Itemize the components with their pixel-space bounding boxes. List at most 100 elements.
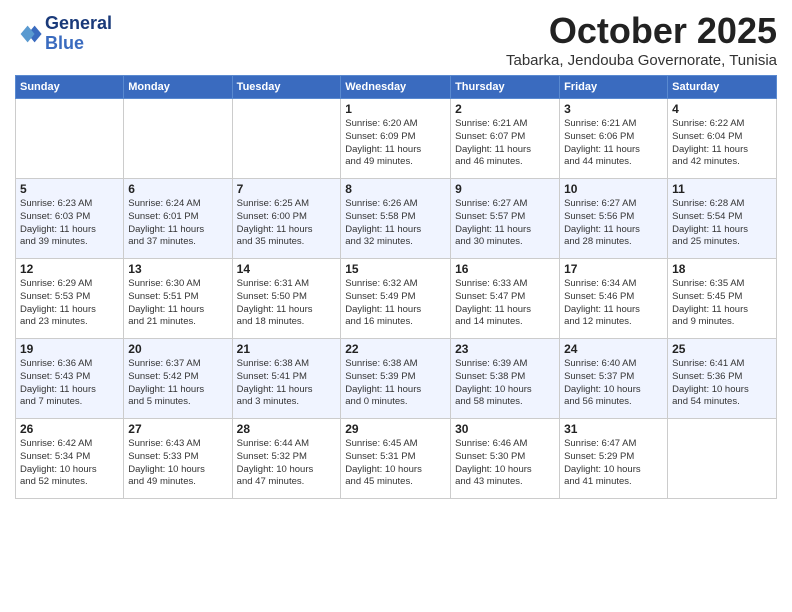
day-detail: Sunrise: 6:26 AM Sunset: 5:58 PM Dayligh… [345,198,446,249]
calendar-day-12: 12 Sunrise: 6:29 AM Sunset: 5:53 PM Dayli… [16,259,124,339]
calendar-day-30: 30Sunrise: 6:46 AM Sunset: 5:30 PM Dayli… [451,419,560,499]
calendar-day-18: 18 Sunrise: 6:35 AM Sunset: 5:45 PM Dayli… [668,259,777,339]
calendar-day-11: 11Sunrise: 6:28 AM Sunset: 5:54 PM Dayli… [668,179,777,259]
calendar-day-29: 29 Sunrise: 6:45 AM Sunset: 5:31 PM Dayli… [341,419,451,499]
calendar: SundayMondayTuesdayWednesdayThursdayFrid… [15,75,777,499]
calendar-header-saturday: Saturday [668,76,777,99]
day-number: 12 [20,262,119,276]
calendar-day-31: 31 Sunrise: 6:47 AM Sunset: 5:29 PM Dayli… [560,419,668,499]
day-number: 10 [564,182,663,196]
calendar-day-9: 9Sunrise: 6:27 AM Sunset: 5:57 PM Daylig… [451,179,560,259]
calendar-week-row: 12 Sunrise: 6:29 AM Sunset: 5:53 PM Dayli… [16,259,777,339]
calendar-day-13: 13 Sunrise: 6:30 AM Sunset: 5:51 PM Dayli… [124,259,232,339]
day-detail: Sunrise: 6:38 AM Sunset: 5:41 PM Dayligh… [237,358,337,409]
day-detail: Sunrise: 6:46 AM Sunset: 5:30 PM Dayligh… [455,438,555,489]
day-number: 25 [672,342,772,356]
day-number: 4 [672,102,772,116]
day-number: 17 [564,262,663,276]
day-detail: Sunrise: 6:29 AM Sunset: 5:53 PM Dayligh… [20,278,119,329]
day-number: 14 [237,262,337,276]
day-detail: Sunrise: 6:41 AM Sunset: 5:36 PM Dayligh… [672,358,772,409]
calendar-day-14: 14 Sunrise: 6:31 AM Sunset: 5:50 PM Dayli… [232,259,341,339]
calendar-header-wednesday: Wednesday [341,76,451,99]
day-number: 20 [128,342,227,356]
day-number: 16 [455,262,555,276]
calendar-day-16: 16 Sunrise: 6:33 AM Sunset: 5:47 PM Dayli… [451,259,560,339]
calendar-week-row: 1Sunrise: 6:20 AM Sunset: 6:09 PM Daylig… [16,99,777,179]
calendar-day-23: 23 Sunrise: 6:39 AM Sunset: 5:38 PM Dayli… [451,339,560,419]
calendar-header-sunday: Sunday [16,76,124,99]
calendar-day-24: 24 Sunrise: 6:40 AM Sunset: 5:37 PM Dayli… [560,339,668,419]
day-number: 9 [455,182,555,196]
calendar-header-thursday: Thursday [451,76,560,99]
day-detail: Sunrise: 6:33 AM Sunset: 5:47 PM Dayligh… [455,278,555,329]
day-number: 2 [455,102,555,116]
day-detail: Sunrise: 6:43 AM Sunset: 5:33 PM Dayligh… [128,438,227,489]
day-number: 15 [345,262,446,276]
day-number: 18 [672,262,772,276]
calendar-day-20: 20Sunrise: 6:37 AM Sunset: 5:42 PM Dayli… [124,339,232,419]
day-number: 23 [455,342,555,356]
day-number: 22 [345,342,446,356]
calendar-day-6: 6 Sunrise: 6:24 AM Sunset: 6:01 PM Daylig… [124,179,232,259]
calendar-day-15: 15 Sunrise: 6:32 AM Sunset: 5:49 PM Dayli… [341,259,451,339]
main-title: October 2025 [506,10,777,52]
calendar-empty-cell [232,99,341,179]
calendar-day-17: 17 Sunrise: 6:34 AM Sunset: 5:46 PM Dayli… [560,259,668,339]
day-number: 5 [20,182,119,196]
day-detail: Sunrise: 6:39 AM Sunset: 5:38 PM Dayligh… [455,358,555,409]
day-number: 7 [237,182,337,196]
calendar-week-row: 26Sunrise: 6:42 AM Sunset: 5:34 PM Dayli… [16,419,777,499]
day-detail: Sunrise: 6:31 AM Sunset: 5:50 PM Dayligh… [237,278,337,329]
day-detail: Sunrise: 6:45 AM Sunset: 5:31 PM Dayligh… [345,438,446,489]
day-detail: Sunrise: 6:32 AM Sunset: 5:49 PM Dayligh… [345,278,446,329]
calendar-header-tuesday: Tuesday [232,76,341,99]
calendar-day-21: 21Sunrise: 6:38 AM Sunset: 5:41 PM Dayli… [232,339,341,419]
calendar-day-25: 25 Sunrise: 6:41 AM Sunset: 5:36 PM Dayli… [668,339,777,419]
day-number: 24 [564,342,663,356]
day-number: 31 [564,422,663,436]
calendar-week-row: 5Sunrise: 6:23 AM Sunset: 6:03 PM Daylig… [16,179,777,259]
title-block: October 2025 Tabarka, Jendouba Governora… [506,10,777,69]
day-detail: Sunrise: 6:36 AM Sunset: 5:43 PM Dayligh… [20,358,119,409]
day-detail: Sunrise: 6:38 AM Sunset: 5:39 PM Dayligh… [345,358,446,409]
logo: General Blue [15,14,112,54]
logo-icon [15,20,43,48]
day-number: 3 [564,102,663,116]
day-detail: Sunrise: 6:44 AM Sunset: 5:32 PM Dayligh… [237,438,337,489]
day-detail: Sunrise: 6:25 AM Sunset: 6:00 PM Dayligh… [237,198,337,249]
day-detail: Sunrise: 6:35 AM Sunset: 5:45 PM Dayligh… [672,278,772,329]
day-detail: Sunrise: 6:21 AM Sunset: 6:07 PM Dayligh… [455,118,555,169]
day-detail: Sunrise: 6:34 AM Sunset: 5:46 PM Dayligh… [564,278,663,329]
day-detail: Sunrise: 6:30 AM Sunset: 5:51 PM Dayligh… [128,278,227,329]
day-detail: Sunrise: 6:22 AM Sunset: 6:04 PM Dayligh… [672,118,772,169]
calendar-header-monday: Monday [124,76,232,99]
day-number: 29 [345,422,446,436]
logo-line1: General [45,14,112,34]
day-number: 28 [237,422,337,436]
calendar-day-22: 22 Sunrise: 6:38 AM Sunset: 5:39 PM Dayli… [341,339,451,419]
day-detail: Sunrise: 6:21 AM Sunset: 6:06 PM Dayligh… [564,118,663,169]
calendar-day-2: 2 Sunrise: 6:21 AM Sunset: 6:07 PM Daylig… [451,99,560,179]
calendar-header-row: SundayMondayTuesdayWednesdayThursdayFrid… [16,76,777,99]
day-number: 13 [128,262,227,276]
calendar-day-19: 19Sunrise: 6:36 AM Sunset: 5:43 PM Dayli… [16,339,124,419]
day-detail: Sunrise: 6:47 AM Sunset: 5:29 PM Dayligh… [564,438,663,489]
day-number: 27 [128,422,227,436]
day-detail: Sunrise: 6:24 AM Sunset: 6:01 PM Dayligh… [128,198,227,249]
calendar-day-3: 3 Sunrise: 6:21 AM Sunset: 6:06 PM Daylig… [560,99,668,179]
calendar-week-row: 19Sunrise: 6:36 AM Sunset: 5:43 PM Dayli… [16,339,777,419]
calendar-day-7: 7 Sunrise: 6:25 AM Sunset: 6:00 PM Daylig… [232,179,341,259]
calendar-day-10: 10 Sunrise: 6:27 AM Sunset: 5:56 PM Dayli… [560,179,668,259]
calendar-day-1: 1Sunrise: 6:20 AM Sunset: 6:09 PM Daylig… [341,99,451,179]
day-number: 8 [345,182,446,196]
day-detail: Sunrise: 6:27 AM Sunset: 5:56 PM Dayligh… [564,198,663,249]
calendar-day-5: 5Sunrise: 6:23 AM Sunset: 6:03 PM Daylig… [16,179,124,259]
day-number: 6 [128,182,227,196]
page: General Blue October 2025 Tabarka, Jendo… [0,0,792,612]
day-detail: Sunrise: 6:40 AM Sunset: 5:37 PM Dayligh… [564,358,663,409]
day-detail: Sunrise: 6:42 AM Sunset: 5:34 PM Dayligh… [20,438,119,489]
calendar-day-4: 4 Sunrise: 6:22 AM Sunset: 6:04 PM Daylig… [668,99,777,179]
calendar-empty-cell [124,99,232,179]
day-number: 1 [345,102,446,116]
